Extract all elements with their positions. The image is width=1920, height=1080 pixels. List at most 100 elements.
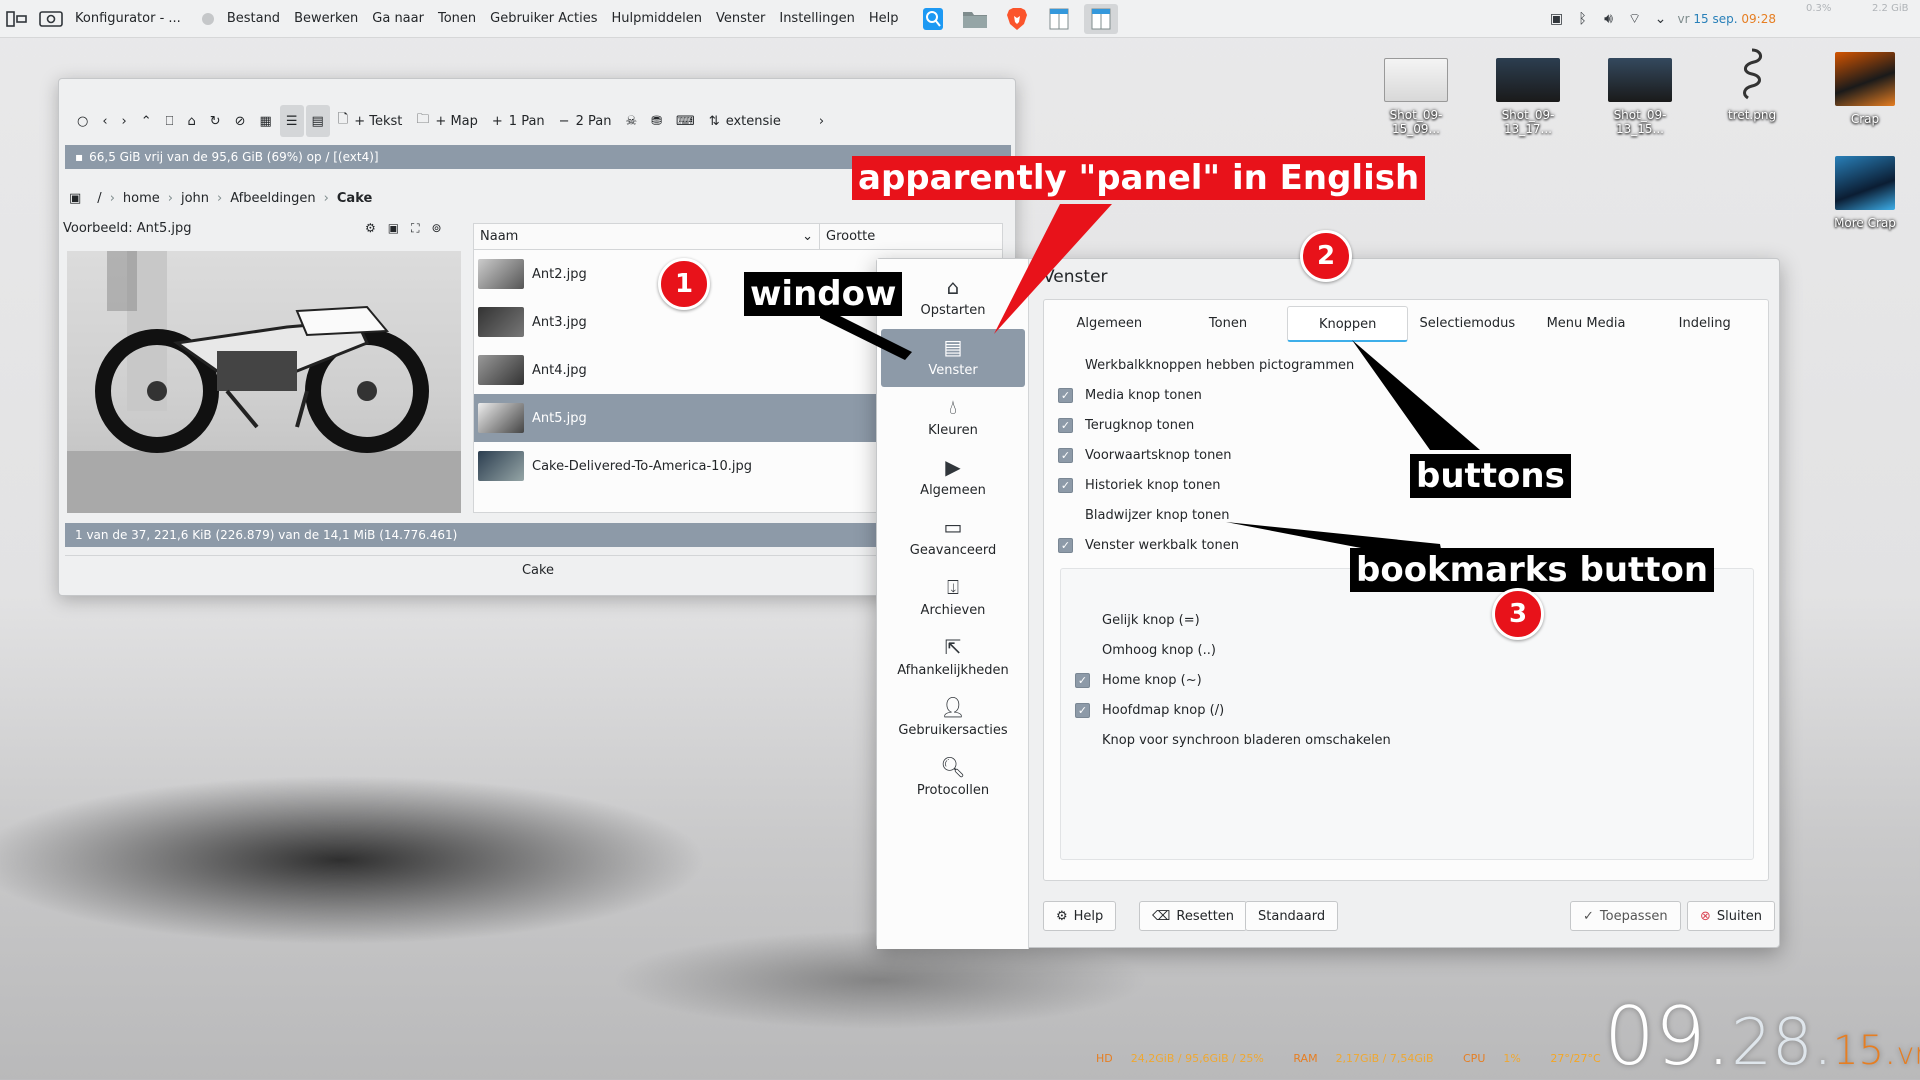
krusader-task-icon[interactable]	[1042, 4, 1076, 34]
preview-pane-icon[interactable]: ▤	[305, 105, 330, 137]
new-folder-button[interactable]: 🗀︎ + Map	[410, 105, 483, 137]
option-equal-button[interactable]: Gelijk knop (=)	[1075, 609, 1200, 631]
sidebar-item-geavanceerd[interactable]: ▭ Geavanceerd	[881, 509, 1025, 567]
option-bookmark-button[interactable]: Bladwijzer knop tonen	[1058, 504, 1230, 526]
new-text-button[interactable]: 🗋︎ + Tekst	[332, 105, 409, 137]
tab-menu-media[interactable]: Menu Media	[1527, 306, 1646, 342]
forward-icon[interactable]: ›	[116, 105, 133, 137]
search-app-icon[interactable]	[916, 4, 950, 34]
menu-tonen[interactable]: Tonen	[431, 0, 483, 38]
option-root-button[interactable]: ✓ Hoofdmap knop (/)	[1075, 699, 1224, 721]
reset-button[interactable]: ⌫ Resetten	[1139, 901, 1248, 931]
option-history-button[interactable]: ✓ Historiek knop tonen	[1058, 474, 1220, 496]
sidebar-item-gebruikersacties[interactable]: 👤︎ Gebruikersacties	[881, 689, 1025, 747]
one-pane-button[interactable]: +1 Pan	[486, 105, 551, 137]
bug-icon[interactable]: ⛃	[645, 105, 668, 137]
clipboard-tray-icon[interactable]: ▣	[1544, 0, 1570, 38]
tab-selectiemodus[interactable]: Selectiemodus	[1408, 306, 1527, 342]
breadcrumb-cake[interactable]: Cake	[329, 191, 380, 206]
fit-icon[interactable]: ⛶	[411, 221, 419, 236]
tab-knoppen[interactable]: Knoppen	[1287, 306, 1409, 342]
two-pane-button[interactable]: −2 Pan	[553, 105, 618, 137]
desktop-icon-shot-2[interactable]: Shot_09-13_17...	[1478, 58, 1578, 136]
menu-venster[interactable]: Venster	[709, 0, 772, 38]
home-icon[interactable]: ⌂	[181, 105, 201, 137]
preview-settings-icon[interactable]: ⊚	[432, 221, 442, 236]
menu-help[interactable]: Help	[862, 0, 906, 38]
menu-ga-naar[interactable]: Ga naar	[365, 0, 431, 38]
checkbox-unchecked[interactable]	[1075, 733, 1090, 748]
desktop-icon-shot-3[interactable]: Shot_09-13_15...	[1590, 58, 1690, 136]
menu-bestand[interactable]: Bestand	[220, 0, 287, 38]
checkbox-checked[interactable]: ✓	[1058, 417, 1073, 433]
default-button[interactable]: Standaard	[1245, 901, 1339, 931]
network-tray-icon[interactable]: ⌔	[1622, 0, 1648, 38]
checkbox-checked[interactable]: ✓	[1058, 477, 1073, 493]
up-icon[interactable]: ⌃	[135, 105, 158, 137]
apply-button[interactable]: ✓ Toepassen	[1570, 901, 1681, 931]
bookmark-icon[interactable]: ⎕	[160, 105, 180, 137]
volume-tray-icon[interactable]: 🔊︎	[1596, 0, 1622, 38]
sidebar-item-kleuren[interactable]: 💧︎ Kleuren	[881, 389, 1025, 447]
back-icon[interactable]: ‹	[96, 105, 113, 137]
breadcrumb-john[interactable]: john	[173, 191, 217, 206]
folder-app-icon[interactable]	[958, 4, 992, 34]
sidebar-item-afhankelijkheden[interactable]: ⇱ Afhankelijkheden	[881, 629, 1025, 687]
brave-browser-icon[interactable]	[1000, 4, 1034, 34]
app-launcher-icon[interactable]	[0, 0, 34, 38]
tab-indeling[interactable]: Indeling	[1645, 306, 1764, 342]
checkbox-checked[interactable]: ✓	[1075, 672, 1090, 688]
desktop-icon-crap[interactable]: Crap	[1815, 52, 1915, 126]
toolbar-overflow-icon[interactable]: ›	[813, 105, 830, 137]
konfigurator-task-icon[interactable]	[1083, 3, 1118, 34]
sidebar-item-opstarten[interactable]: ⌂ Opstarten	[881, 269, 1025, 327]
active-window-title[interactable]: Konfigurator - ...	[68, 0, 188, 38]
option-home-button[interactable]: ✓ Home knop (~)	[1075, 669, 1202, 691]
panel-clock[interactable]: vr 15 sep. 09:28	[1678, 12, 1776, 26]
option-media-button[interactable]: ✓ Media knop tonen	[1058, 384, 1202, 406]
breadcrumb-root[interactable]: /	[89, 191, 109, 206]
sidebar-item-archieven[interactable]: ⍗ Archieven	[881, 569, 1025, 627]
checkbox-checked[interactable]: ✓	[1058, 447, 1073, 463]
chevron-down-icon[interactable]: ⌄	[1648, 0, 1674, 38]
bluetooth-tray-icon[interactable]: ᛒ	[1570, 0, 1596, 38]
preview-image-icon[interactable]: ▣	[388, 221, 399, 236]
checkbox-unchecked[interactable]	[1058, 358, 1073, 373]
menu-bewerken[interactable]: Bewerken	[287, 0, 365, 38]
icon-view-icon[interactable]: ▦	[254, 105, 278, 137]
close-button[interactable]: ⊗ Sluiten	[1687, 901, 1775, 931]
screen-icon[interactable]	[34, 0, 68, 38]
sidebar-item-algemeen[interactable]: ▶ Algemeen	[881, 449, 1025, 507]
desktop-icon-shot-1[interactable]: Shot_09-15_09...	[1366, 58, 1466, 136]
checkbox-unchecked[interactable]	[1075, 643, 1090, 658]
option-back-button[interactable]: ✓ Terugknop tonen	[1058, 414, 1194, 436]
menu-instellingen[interactable]: Instellingen	[772, 0, 862, 38]
hidden-files-icon[interactable]: ⊘	[229, 105, 252, 137]
column-header-size[interactable]: Grootte	[820, 224, 990, 249]
preview-option-icon[interactable]: ⚙	[365, 221, 376, 236]
checkbox-checked[interactable]: ✓	[1075, 702, 1090, 718]
checkbox-unchecked[interactable]	[1075, 613, 1090, 628]
option-sync-browse-button[interactable]: Knop voor synchroon bladeren omschakelen	[1075, 729, 1391, 751]
checkbox-unchecked[interactable]	[1058, 508, 1073, 523]
sidebar-item-venster[interactable]: ▤ Venster	[881, 329, 1025, 387]
tab-algemeen[interactable]: Algemeen	[1050, 306, 1169, 342]
menu-hulpmiddelen[interactable]: Hulpmiddelen	[605, 0, 710, 38]
option-toolbar-icons[interactable]: Werkbalkknoppen hebben pictogrammen	[1058, 354, 1354, 376]
desktop-icon-tret[interactable]: tret.png	[1702, 46, 1802, 122]
checkbox-checked[interactable]: ✓	[1058, 387, 1073, 403]
menu-gebruiker-acties[interactable]: Gebruiker Acties	[483, 0, 604, 38]
option-up-button[interactable]: Omhoog knop (..)	[1075, 639, 1216, 661]
breadcrumb-afbeeldingen[interactable]: Afbeeldingen	[222, 191, 323, 206]
terminal-icon[interactable]: ⌨	[670, 105, 701, 137]
tab-tonen[interactable]: Tonen	[1169, 306, 1288, 342]
column-header-name[interactable]: Naam ⌄	[474, 224, 820, 249]
checkbox-checked[interactable]: ✓	[1058, 537, 1073, 553]
help-button[interactable]: ⚙ Help	[1043, 901, 1117, 931]
option-window-toolbar[interactable]: ✓ Venster werkbalk tonen	[1058, 534, 1239, 556]
extension-button[interactable]: ⇅ extensie	[703, 105, 787, 137]
breadcrumb-home[interactable]: home	[115, 191, 168, 206]
sidebar-item-protocollen[interactable]: 🔍︎ Protocollen	[881, 749, 1025, 807]
desktop-icon-more-crap[interactable]: More Crap	[1815, 156, 1915, 230]
option-forward-button[interactable]: ✓ Voorwaartsknop tonen	[1058, 444, 1232, 466]
